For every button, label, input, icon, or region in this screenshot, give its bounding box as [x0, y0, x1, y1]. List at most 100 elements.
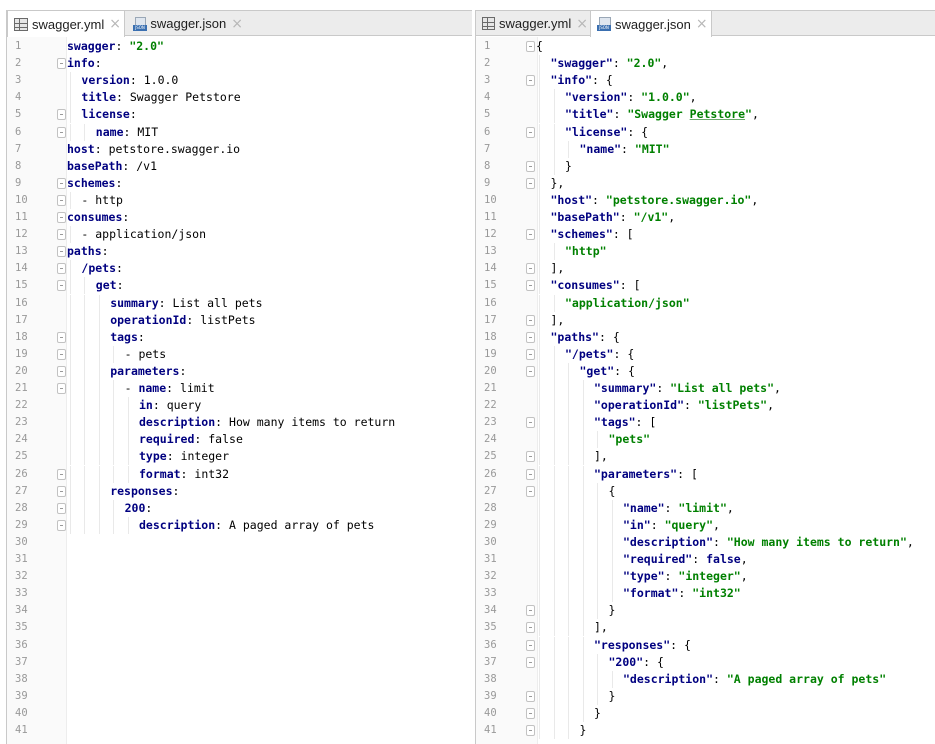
code-text: responses:: [110, 483, 179, 500]
code-token: ,: [767, 398, 775, 413]
fold-marker-icon[interactable]: [57, 485, 66, 497]
code-line: 21 "summary": "List all pets",: [476, 380, 935, 397]
code-token: {: [536, 39, 543, 53]
code-token: 200: [124, 500, 146, 515]
fold-marker-icon[interactable]: [57, 246, 66, 258]
fold-marker-icon[interactable]: [526, 605, 535, 617]
tab-swagger-json[interactable]: JSON swagger.json ×: [127, 11, 243, 36]
indent-guide: [98, 448, 100, 466]
close-icon[interactable]: ×: [231, 16, 243, 32]
fold-marker-icon[interactable]: [526, 622, 535, 634]
yaml-code-editor[interactable]: 1 swagger: "2.0" 2 info: 3 version: 1.0.0 4 tit…: [7, 37, 472, 744]
fold-marker-icon[interactable]: [526, 451, 535, 463]
code-token: -: [124, 346, 139, 361]
code-text: "tags": [: [594, 414, 656, 431]
code-text: "/pets": {: [565, 346, 634, 363]
fold-marker-icon[interactable]: [526, 331, 535, 343]
line-number: 2: [484, 57, 491, 70]
code-line: 7 "name": "MIT": [476, 140, 935, 158]
close-icon[interactable]: ×: [696, 16, 708, 32]
code-token: "http": [565, 244, 607, 259]
fold-marker-icon[interactable]: [526, 417, 535, 429]
indent-guide: [539, 243, 540, 261]
fold-marker-icon[interactable]: [526, 280, 535, 292]
fold-marker-icon[interactable]: [526, 126, 535, 138]
indent-guide: [539, 106, 540, 124]
fold-marker-icon[interactable]: [57, 348, 66, 360]
fold-marker-icon[interactable]: [526, 263, 535, 275]
fold-marker-icon[interactable]: [526, 229, 535, 241]
indent-guide: [582, 602, 584, 620]
indent-guide: [582, 465, 584, 483]
code-token: "operationId": [594, 398, 685, 413]
line-number: 19: [15, 347, 28, 360]
line-number: 9: [15, 176, 22, 189]
indent-guide: [539, 465, 540, 483]
fold-marker-icon[interactable]: [526, 41, 535, 52]
code-token: :: [116, 261, 123, 276]
indent-guide: [553, 380, 555, 397]
fold-marker-icon[interactable]: [526, 468, 535, 480]
fold-marker-icon[interactable]: [57, 468, 66, 480]
close-icon[interactable]: ×: [109, 16, 121, 32]
fold-marker-icon[interactable]: [57, 177, 66, 189]
fold-marker-icon[interactable]: [57, 280, 66, 292]
code-token: license: [81, 107, 130, 122]
fold-marker-icon[interactable]: [57, 109, 66, 121]
tab-swagger-yml[interactable]: swagger.yml ×: [7, 11, 125, 37]
code-token: ,: [689, 90, 697, 105]
code-token: }: [608, 688, 616, 703]
fold-marker-icon[interactable]: [526, 365, 535, 377]
code-text: host: petstore.swagger.io: [67, 141, 240, 158]
code-text: "http": [565, 243, 607, 260]
indent-guide: [539, 294, 540, 312]
fold-marker-icon[interactable]: [57, 212, 66, 223]
code-text: description: A paged array of pets: [139, 517, 374, 534]
fold-marker-icon[interactable]: [57, 229, 66, 241]
fold-marker-icon[interactable]: [526, 160, 535, 172]
indent-guide: [582, 533, 584, 551]
fold-marker-icon[interactable]: [57, 194, 66, 206]
fold-marker-icon[interactable]: [57, 263, 66, 275]
indent-guide: [113, 465, 115, 483]
fold-marker-icon[interactable]: [57, 383, 66, 394]
line-number: 23: [15, 416, 28, 429]
fold-marker-icon[interactable]: [526, 707, 535, 719]
fold-marker-icon[interactable]: [526, 177, 535, 189]
json-code-editor[interactable]: 1{2 "swagger": "2.0", 3 "info": {4 "version"…: [476, 37, 935, 744]
line-number: 1: [15, 40, 22, 52]
close-icon[interactable]: ×: [576, 16, 588, 32]
line-number: 24: [484, 433, 497, 446]
fold-marker-icon[interactable]: [57, 519, 66, 531]
code-line: 25],: [476, 448, 935, 466]
fold-marker-icon[interactable]: [526, 348, 535, 360]
code-line: 19 "/pets": {: [476, 345, 935, 363]
fold-marker-icon[interactable]: [57, 331, 66, 343]
fold-marker-icon[interactable]: [526, 75, 535, 87]
code-text: "consumes": [: [551, 277, 641, 294]
fold-marker-icon[interactable]: [57, 502, 66, 514]
line-number: 1: [484, 40, 491, 52]
tab-swagger-yml[interactable]: swagger.yml ×: [476, 11, 588, 36]
fold-marker-icon[interactable]: [526, 690, 535, 702]
fold-marker-icon[interactable]: [526, 656, 535, 668]
code-token: :: [194, 432, 209, 447]
fold-marker-icon[interactable]: [57, 126, 66, 138]
fold-marker-icon[interactable]: [526, 314, 535, 326]
code-token: :: [678, 586, 693, 601]
fold-marker-icon[interactable]: [526, 725, 535, 736]
code-token: ,: [661, 56, 669, 71]
fold-marker-icon[interactable]: [526, 485, 535, 497]
code-text: format: int32: [139, 466, 229, 483]
code-text: }: [594, 705, 601, 722]
fold-marker-icon[interactable]: [57, 58, 66, 70]
tab-swagger-json[interactable]: JSON swagger.json ×: [590, 11, 712, 37]
indent-guide: [568, 568, 569, 586]
code-token: :: [179, 363, 187, 378]
indent-guide: [539, 653, 540, 671]
fold-marker-icon[interactable]: [57, 365, 66, 377]
fold-marker-icon[interactable]: [526, 639, 535, 651]
code-token: consumes: [67, 210, 123, 224]
code-text: 200:: [125, 500, 153, 517]
indent-guide: [553, 568, 555, 586]
